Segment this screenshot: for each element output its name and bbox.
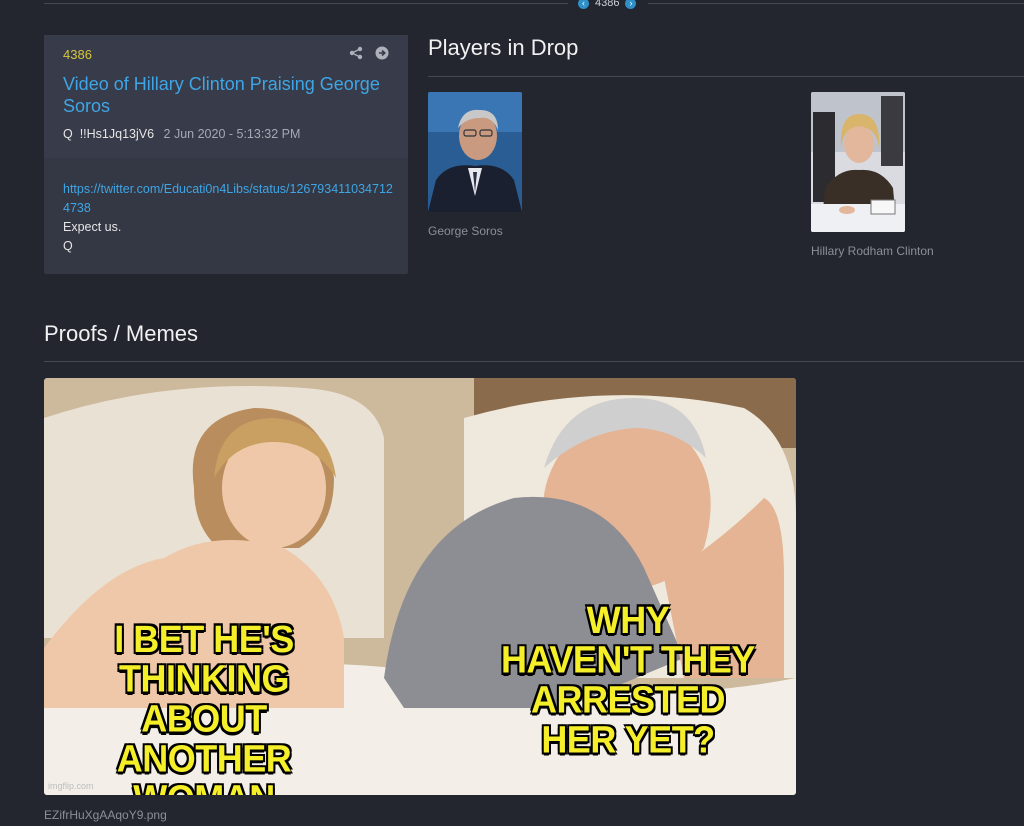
post-number[interactable]: 4386 (63, 47, 92, 62)
share-icon[interactable] (349, 46, 363, 60)
post-meta: Q !!Hs1Jq13jV6 2 Jun 2020 - 5:13:32 PM (63, 127, 300, 141)
player-name[interactable]: Hillary Rodham Clinton (811, 244, 934, 258)
meme-caption-left: I BET HE'S THINKING ABOUT ANOTHER WOMAN (114, 617, 294, 795)
divider (428, 76, 1024, 77)
player-card-soros[interactable]: George Soros (428, 92, 522, 238)
meme-watermark: imgflip.com (48, 781, 94, 791)
player-photo[interactable] (811, 92, 905, 232)
chevron-right-icon[interactable]: › (625, 0, 637, 9)
post-navigator: ‹ 4386 › (578, 0, 637, 10)
post-author: Q !!Hs1Jq13jV6 (63, 127, 155, 141)
post-text-line: Expect us. (63, 220, 122, 234)
post-timestamp: 2 Jun 2020 - 5:13:32 PM (163, 127, 301, 141)
divider (44, 3, 568, 4)
post-signature: Q (63, 239, 73, 253)
meme-caption-right: WHY HAVEN'T THEY ARRESTED HER YET? (501, 598, 755, 761)
post-link[interactable]: https://twitter.com/Educati0n4Libs/statu… (63, 180, 393, 218)
divider (44, 361, 1024, 362)
post-title[interactable]: Video of Hillary Clinton Praising George… (63, 73, 393, 117)
post-actions (349, 46, 389, 60)
chevron-left-icon[interactable]: ‹ (578, 0, 589, 9)
player-photo[interactable] (428, 92, 522, 212)
player-card-clinton[interactable]: Hillary Rodham Clinton (811, 92, 934, 258)
arrow-circle-right-icon[interactable] (375, 46, 389, 60)
post-header: 4386 Video of Hillary Clinton Praising G… (44, 35, 408, 158)
proofs-section-title: Proofs / Memes (44, 321, 199, 346)
meme-filename[interactable]: EZifrHuXgAAqoY9.png (44, 808, 167, 822)
player-name[interactable]: George Soros (428, 224, 522, 238)
meme-image[interactable]: I BET HE'S THINKING ABOUT ANOTHER WOMAN … (44, 378, 796, 795)
post-card: 4386 Video of Hillary Clinton Praising G… (44, 35, 408, 274)
divider (648, 3, 1024, 4)
top-nav-bar (44, 0, 1024, 10)
players-section-title: Players in Drop (428, 35, 579, 60)
nav-post-number: 4386 (595, 0, 620, 9)
post-body: https://twitter.com/Educati0n4Libs/statu… (63, 180, 393, 256)
